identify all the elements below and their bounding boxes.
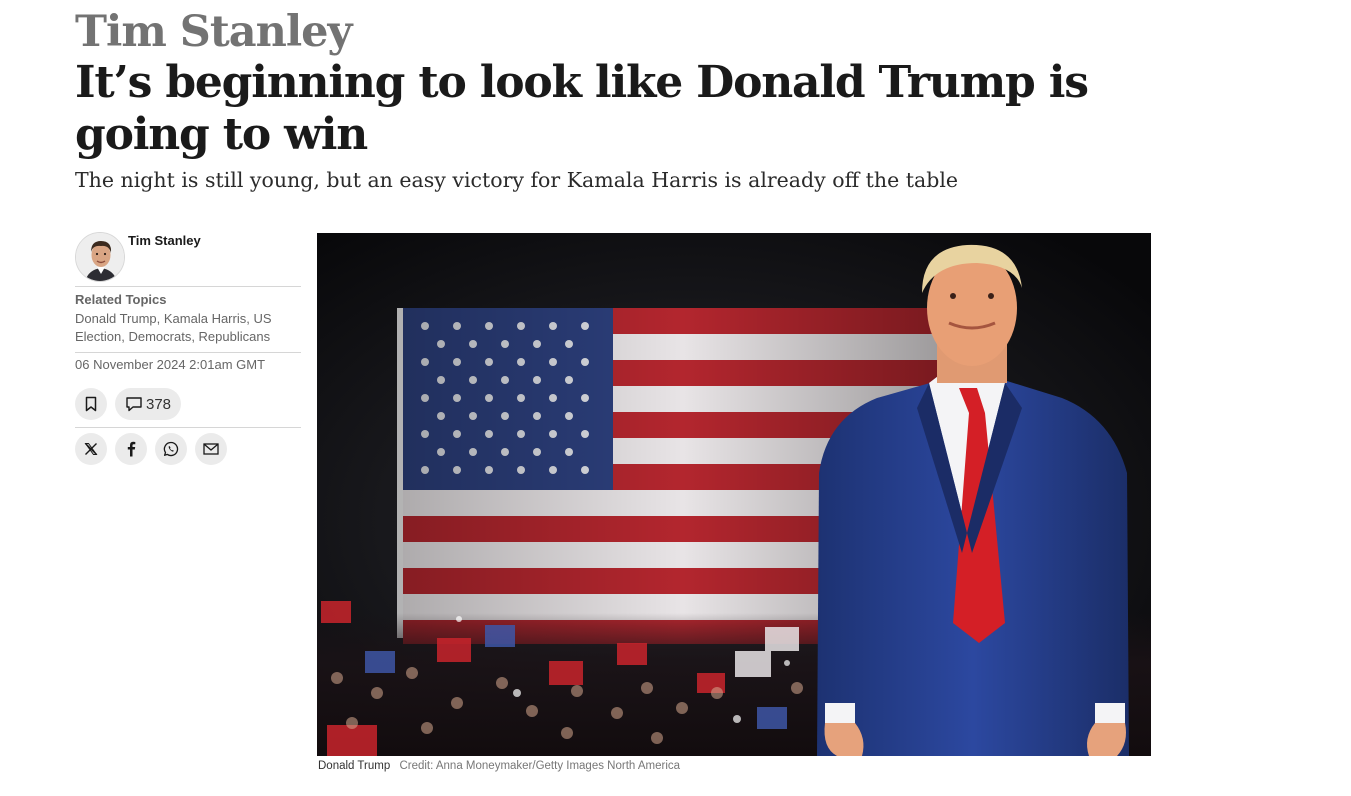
author-byline: Tim Stanley [75,232,301,286]
article-actions: 378 [75,383,301,427]
share-email-button[interactable] [195,433,227,465]
author-name[interactable]: Tim Stanley [128,233,201,248]
caption-text: Donald Trump [318,760,391,772]
author-avatar[interactable] [75,232,125,282]
related-topics-links[interactable]: Donald Trump, Kamala Harris, US Election… [75,310,301,346]
comments-count: 378 [145,395,172,413]
email-icon [203,443,219,455]
author-kicker[interactable]: Tim Stanley [75,6,353,58]
article-headline: It’s beginning to look like Donald Trump… [75,57,1089,160]
publish-date: 06 November 2024 2:01am GMT [75,357,266,372]
comment-icon [126,397,142,412]
related-topics: Related Topics Donald Trump, Kamala Harr… [75,287,301,352]
article-standfirst: The night is still young, but an easy vi… [75,168,959,192]
x-icon [84,443,98,455]
caption-credit: Credit: Anna Moneymaker/Getty Images Nor… [399,760,681,772]
whatsapp-icon [163,441,179,457]
facebook-icon [127,441,136,457]
share-whatsapp-button[interactable] [155,433,187,465]
share-x-button[interactable] [75,433,107,465]
share-buttons [75,428,301,472]
share-facebook-button[interactable] [115,433,147,465]
image-caption: Donald Trump Credit: Anna Moneymaker/Get… [318,760,680,772]
bookmark-button[interactable] [75,388,107,420]
article-sidebar: Tim Stanley Related Topics Donald Trump,… [75,232,301,472]
comments-button[interactable]: 378 [115,388,181,420]
related-topics-title: Related Topics [75,292,167,307]
bookmark-icon [85,396,97,412]
lead-image[interactable] [317,233,1151,756]
